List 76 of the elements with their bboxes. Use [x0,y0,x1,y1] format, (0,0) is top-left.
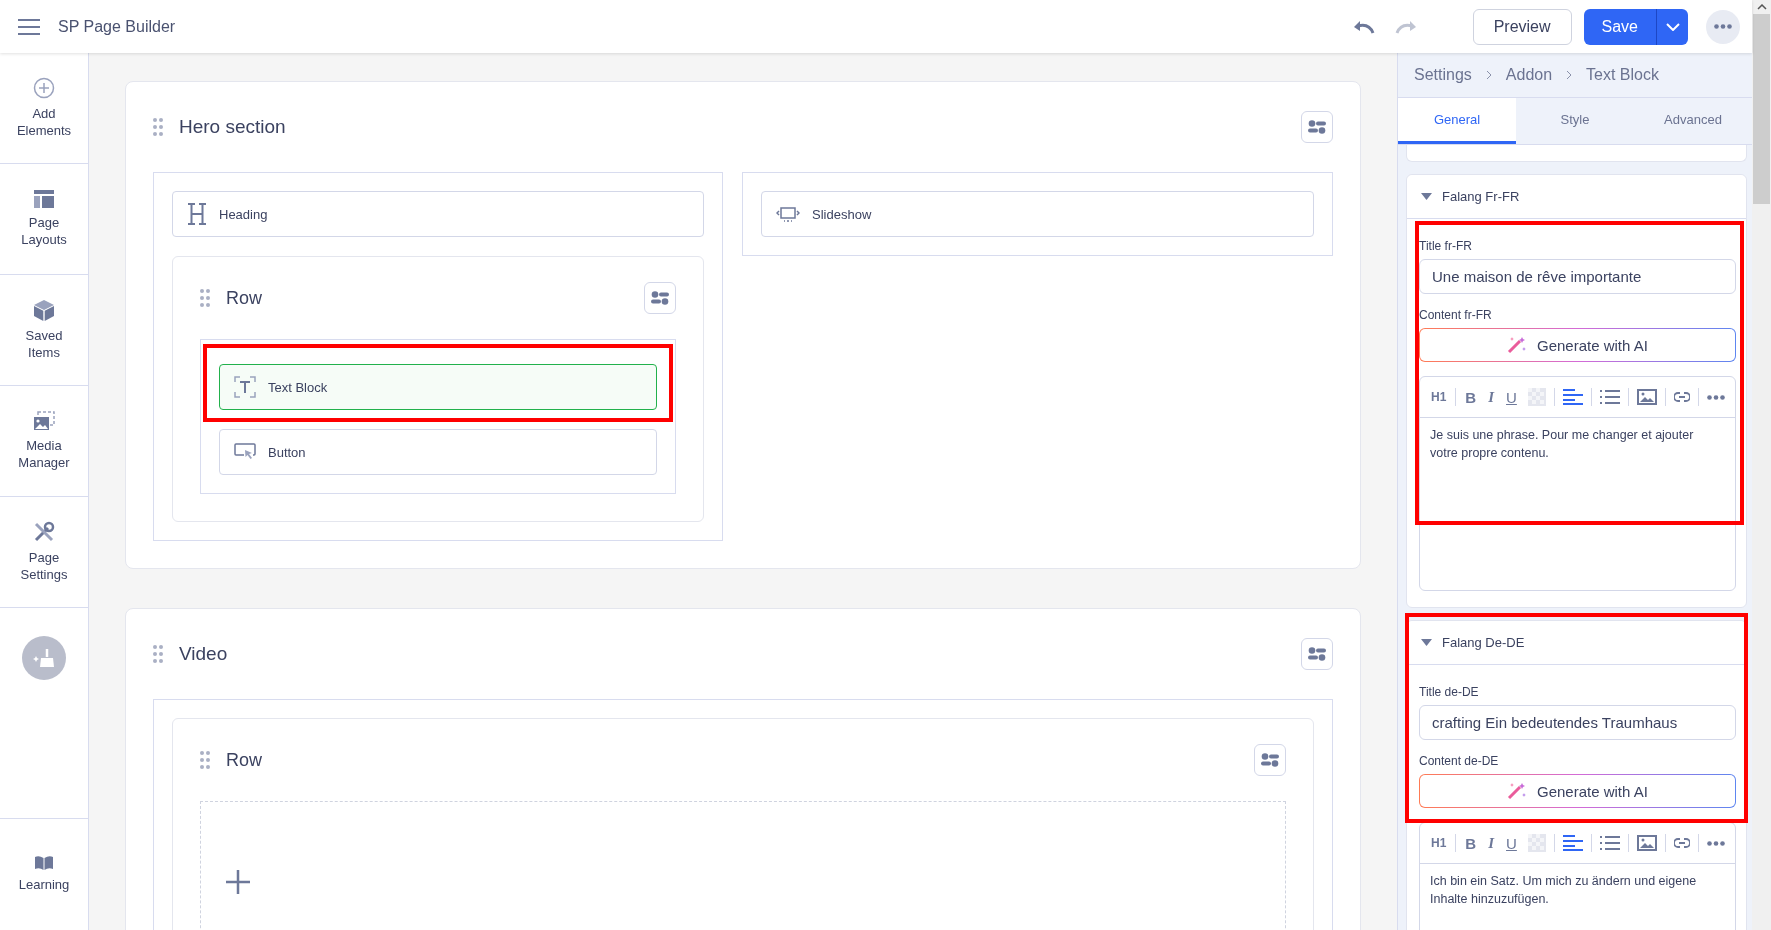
editor-text: Je suis une phrase. Pour me changer et ajouter votre propre contenu. [1429,427,1695,462]
toggles-icon [651,291,669,305]
addon-item[interactable]: Button [219,429,657,475]
tab[interactable]: Advanced [1634,98,1752,144]
format-button[interactable]: I [1483,834,1500,852]
rich-text-editor[interactable]: H1 B I U Je suis une phrase. Pour me changer et ajouter votre propre contenu. [1419,376,1736,591]
toggles-icon [1308,647,1326,661]
format-button[interactable]: H1 [1426,390,1452,404]
section-title: Video [179,643,229,665]
toggles-icon [1261,753,1279,767]
chevron-right-icon [1485,70,1492,80]
toggles-icon [1308,120,1326,134]
field-label: Content fr-FR [1419,308,1493,322]
options-button[interactable] [1301,638,1333,670]
text-icon [234,376,256,398]
addon-label: Heading [219,206,268,222]
addon-item[interactable]: Text Block [219,364,657,410]
drag-handle-icon[interactable] [153,645,163,663]
row-title: Row [226,287,263,309]
format-button[interactable]: I [1483,388,1500,406]
chevron-up-icon[interactable] [1756,4,1767,10]
magic-wand-icon [1507,782,1527,800]
field-label: Title de-DE [1419,685,1480,699]
slideshow-icon [776,206,800,222]
save-options-button[interactable] [1656,8,1688,45]
drag-handle-icon[interactable] [153,118,163,136]
tab[interactable]: General [1398,98,1516,144]
cube-icon [33,299,55,321]
format-button[interactable]: B [1460,834,1482,852]
addon-label: Slideshow [812,206,872,222]
row-title: Row [226,749,263,771]
field-label: Content de-DE [1419,754,1500,768]
tools-icon [33,521,55,543]
plus-circle-icon [33,77,55,99]
more-icon [1714,24,1732,29]
section-title: Hero section [179,116,287,138]
editor-text: Ich bin ein Satz. Um mich zu ändern und eigene Inhalte hinzuzufügen. [1429,873,1698,908]
options-button[interactable] [1254,744,1286,776]
addon-item[interactable]: Slideshow [761,191,1314,237]
magic-wand-icon [1507,336,1527,354]
addon-label: Button [268,444,306,460]
title-input[interactable]: crafting Ein bedeutendes Traumhaus [1419,705,1736,740]
menu-icon[interactable] [18,18,40,35]
scrollbar[interactable] [1752,0,1771,930]
breadcrumb-link[interactable]: Addon [1505,66,1553,84]
heading-icon [187,203,207,225]
tab[interactable]: Style [1516,98,1634,144]
drag-handle-icon[interactable] [200,289,210,307]
save-button[interactable]: Save [1583,8,1656,45]
breadcrumb-link[interactable]: Text Block [1586,66,1659,84]
cursor-button-icon [234,443,256,461]
drag-handle-icon[interactable] [200,751,210,769]
breadcrumb-link[interactable]: Settings [1414,66,1472,84]
field-label: Title fr-FR [1419,239,1473,253]
format-button[interactable]: U [1501,834,1522,852]
format-button[interactable]: B [1460,388,1482,406]
book-icon [35,856,53,870]
options-button[interactable] [644,282,676,314]
chevron-right-icon [1566,70,1573,80]
plus-icon[interactable] [225,869,251,895]
broom-icon [33,648,55,668]
layout-icon [34,190,54,208]
chevron-down-icon [1665,22,1680,31]
format-button[interactable]: U [1501,388,1522,406]
addon-label: Text Block [268,379,328,395]
title-input[interactable]: Une maison de rêve importante [1419,259,1736,294]
images-icon [33,411,55,431]
more-options-button[interactable] [1706,9,1740,44]
addon-item[interactable]: Heading [172,191,704,237]
preview-button[interactable]: Preview [1472,8,1572,45]
app-title: SP Page Builder [58,17,177,36]
format-button[interactable]: H1 [1426,836,1452,850]
scrollbar-thumb[interactable] [1753,14,1770,204]
generate-ai-button[interactable]: Generate with AI [1419,328,1736,362]
options-button[interactable] [1301,111,1333,143]
generate-ai-button[interactable]: Generate with AI [1419,774,1736,808]
